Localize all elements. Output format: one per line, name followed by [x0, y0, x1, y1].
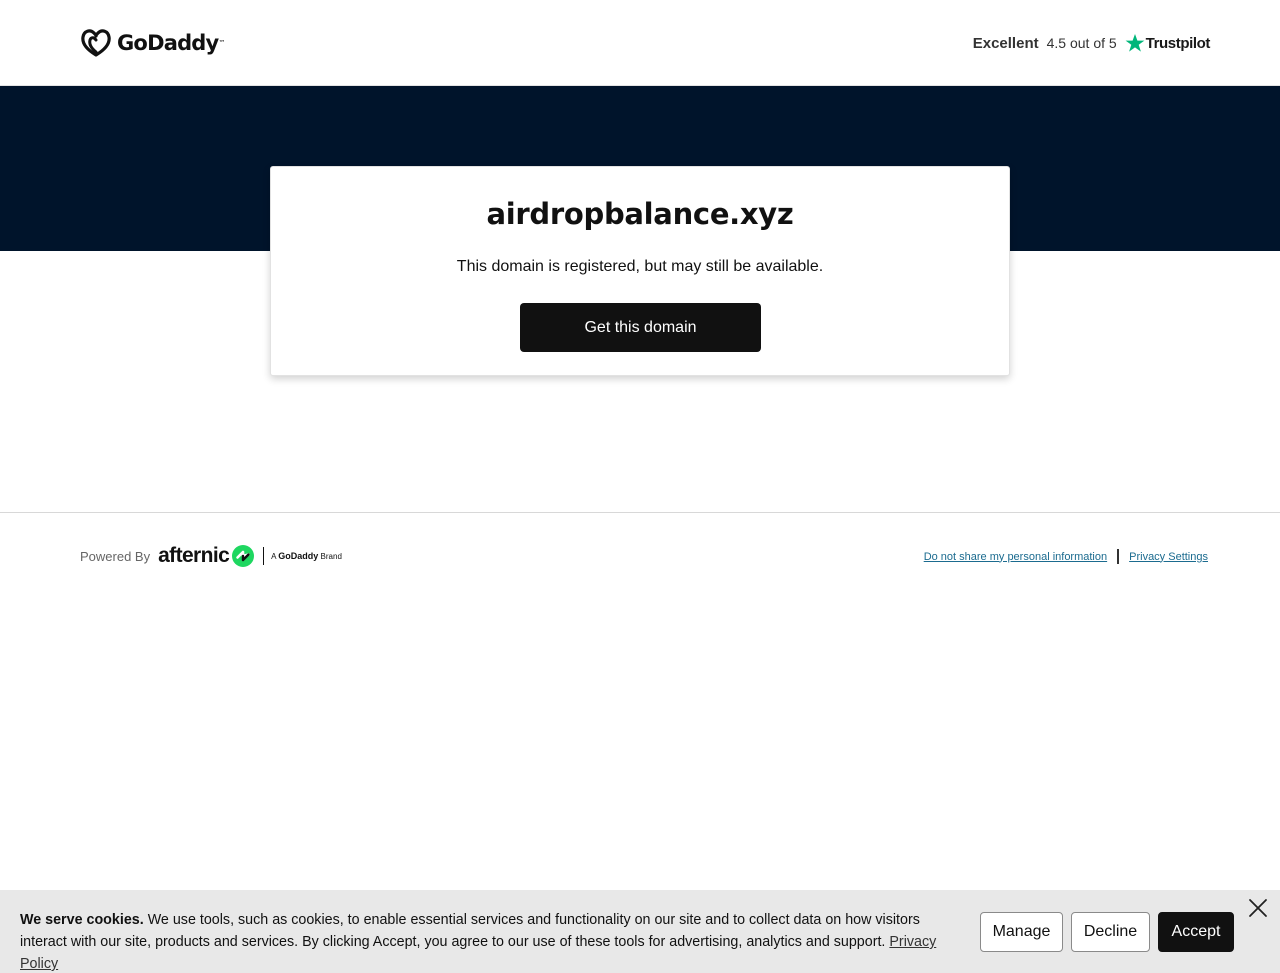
brand-tag-name: GoDaddy — [278, 551, 319, 561]
trustpilot-star-icon — [1125, 34, 1145, 52]
godaddy-brand-tag: A GoDaddy Brand — [271, 551, 342, 561]
trademark-mark: ™ — [218, 39, 226, 47]
brand-tag-suffix: Brand — [320, 552, 342, 561]
site-header: GoDaddy ™ Excellent 4.5 out of 5 Trustpil… — [0, 0, 1280, 86]
cookie-banner: We serve cookies. We use tools, such as … — [0, 890, 1280, 973]
domain-status-text: This domain is registered, but may still… — [456, 258, 824, 275]
rating-word: Excellent — [972, 34, 1039, 52]
cookie-message: We serve cookies. We use tools, such as … — [20, 909, 960, 973]
close-icon[interactable] — [1247, 897, 1269, 919]
footer-links: Do not share my personal information Pri… — [924, 549, 1208, 564]
godaddy-heart-icon — [81, 29, 111, 57]
brand-tag-prefix: A — [271, 552, 277, 561]
do-not-share-link[interactable]: Do not share my personal information — [924, 551, 1107, 563]
domain-name: airdropbalance.xyz — [486, 197, 794, 231]
get-this-domain-button[interactable]: Get this domain — [520, 303, 761, 352]
cookie-body: We use tools, such as cookies, to enable… — [20, 912, 920, 950]
domain-card: airdropbalance.xyz This domain is regist… — [270, 166, 1010, 376]
accept-cookies-button[interactable]: Accept — [1158, 912, 1234, 952]
trustpilot-label: Trustpilot — [1145, 34, 1211, 52]
rating-score: 4.5 out of 5 — [1046, 35, 1117, 51]
privacy-settings-link[interactable]: Privacy Settings — [1129, 551, 1208, 563]
decline-cookies-button[interactable]: Decline — [1071, 912, 1150, 952]
brand-divider — [263, 547, 265, 565]
cookie-heading: We serve cookies. — [20, 912, 144, 928]
godaddy-logo[interactable]: GoDaddy ™ — [80, 28, 225, 58]
powered-by-label: Powered By — [80, 548, 151, 564]
logo-wordmark: GoDaddy — [117, 31, 219, 55]
afternic-logo-icon — [232, 545, 255, 567]
trustpilot-rating[interactable]: Excellent 4.5 out of 5 Trustpilot — [973, 30, 1210, 56]
afternic-wordmark[interactable]: afternic — [158, 544, 230, 568]
manage-cookies-button[interactable]: Manage — [980, 912, 1063, 952]
link-divider — [1117, 549, 1120, 564]
site-footer: Powered By afternic A GoDaddy Brand Do n… — [0, 512, 1280, 592]
powered-by: Powered By afternic A GoDaddy Brand — [80, 544, 342, 568]
